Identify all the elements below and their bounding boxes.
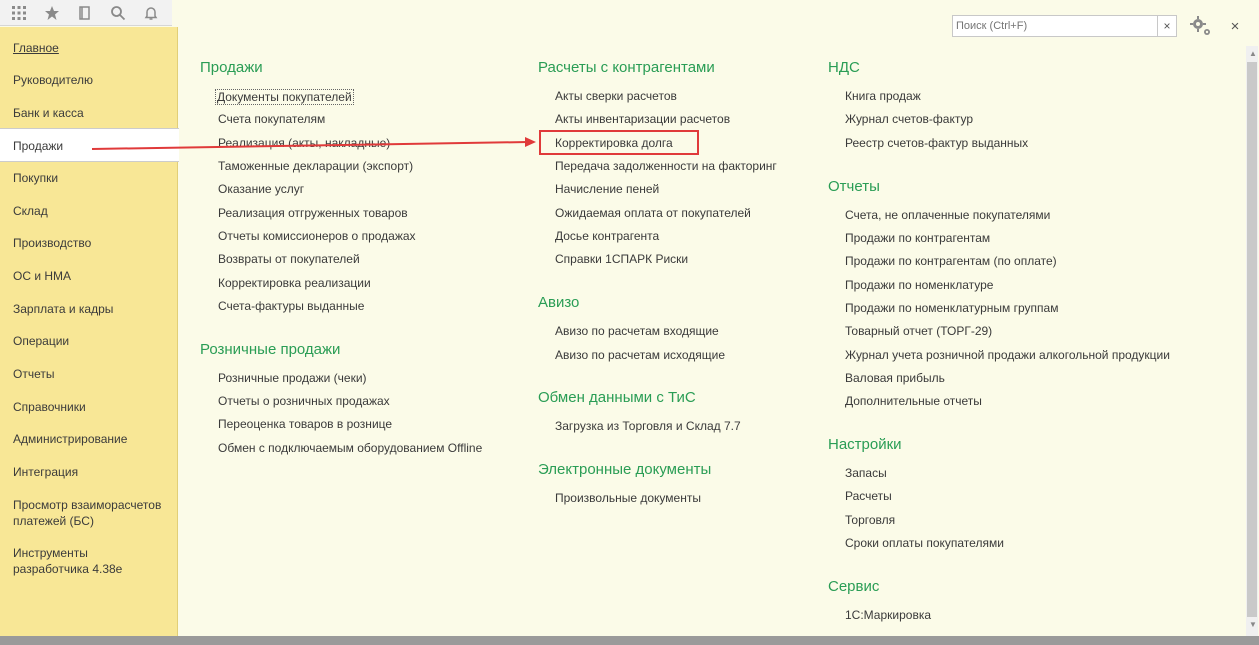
link-sales-by-groups[interactable]: Продажи по номенклатурным группам xyxy=(845,301,1058,315)
apps-grid-icon[interactable] xyxy=(2,1,35,25)
sidebar-item-bank[interactable]: Банк и касса xyxy=(0,105,178,121)
search-clear-button[interactable]: × xyxy=(1157,15,1177,37)
scrollbar-thumb[interactable] xyxy=(1247,62,1257,617)
link-services[interactable]: Оказание услуг xyxy=(218,182,304,196)
link-reconciliation-acts[interactable]: Акты сверки расчетов xyxy=(555,89,677,103)
link-marking[interactable]: 1С:Маркировка xyxy=(845,608,931,622)
link-counterparty-dossier[interactable]: Досье контрагента xyxy=(555,229,659,243)
top-toolbar xyxy=(0,0,172,26)
link-sales-acts[interactable]: Реализация (акты, накладные) xyxy=(218,136,390,150)
link-sales-by-counterparty-payment[interactable]: Продажи по контрагентам (по оплате) xyxy=(845,254,1057,268)
link-shipped-goods[interactable]: Реализация отгруженных товаров xyxy=(218,206,408,220)
debt-correction-highlight xyxy=(539,130,699,155)
link-gross-profit[interactable]: Валовая прибыль xyxy=(845,371,945,385)
section-title-settlements: Расчеты с контрагентами xyxy=(538,59,715,76)
link-offline-equipment[interactable]: Обмен с подключаемым оборудованием Offli… xyxy=(218,441,482,455)
link-additional-reports[interactable]: Дополнительные отчеты xyxy=(845,394,982,408)
link-penalties[interactable]: Начисление пеней xyxy=(555,182,659,196)
sidebar-item-manager[interactable]: Руководителю xyxy=(0,72,178,88)
sidebar-item-settlements-view[interactable]: Просмотр взаиморасчетов платежей (БС) xyxy=(0,497,170,529)
bottom-bar xyxy=(0,636,1259,645)
sidebar-item-payroll[interactable]: Зарплата и кадры xyxy=(0,301,178,317)
sidebar-item-operations[interactable]: Операции xyxy=(0,333,178,349)
section-title-service: Сервис xyxy=(828,578,880,595)
link-unpaid-invoices[interactable]: Счета, не оплаченные покупателями xyxy=(845,208,1050,222)
close-button[interactable]: × xyxy=(1226,16,1244,36)
scroll-up-arrow-icon[interactable]: ▲ xyxy=(1249,49,1257,58)
section-title-settings: Настройки xyxy=(828,436,902,453)
link-retail-reports[interactable]: Отчеты о розничных продажах xyxy=(218,394,390,408)
sidebar: Главное Руководителю Банк и касса Продаж… xyxy=(0,27,179,645)
link-factoring[interactable]: Передача задолженности на факторинг xyxy=(555,159,777,173)
link-sales-by-nomenclature[interactable]: Продажи по номенклатуре xyxy=(845,278,993,292)
star-icon[interactable] xyxy=(35,1,68,25)
link-alcohol-journal[interactable]: Журнал учета розничной продажи алкогольн… xyxy=(845,348,1170,362)
sidebar-item-directories[interactable]: Справочники xyxy=(0,399,178,415)
link-sales-correction[interactable]: Корректировка реализации xyxy=(218,276,371,290)
link-torg29[interactable]: Товарный отчет (ТОРГ-29) xyxy=(845,324,992,338)
sidebar-item-fixed-assets[interactable]: ОС и НМА xyxy=(0,268,178,284)
sidebar-item-main[interactable]: Главное xyxy=(0,40,178,56)
link-inventory-acts[interactable]: Акты инвентаризации расчетов xyxy=(555,112,730,126)
link-customer-invoices[interactable]: Счета покупателям xyxy=(218,112,325,126)
link-arbitrary-documents[interactable]: Произвольные документы xyxy=(555,491,701,505)
link-sales-by-counterparty[interactable]: Продажи по контрагентам xyxy=(845,231,990,245)
section-title-edocs: Электронные документы xyxy=(538,461,712,478)
link-invoice-journal[interactable]: Журнал счетов-фактур xyxy=(845,112,973,126)
link-customer-returns[interactable]: Возвраты от покупателей xyxy=(218,252,360,266)
section-title-vat: НДС xyxy=(828,59,860,76)
sidebar-item-dev-tools[interactable]: Инструменты разработчика 4.38е xyxy=(0,545,140,577)
sidebar-item-administration[interactable]: Администрирование xyxy=(0,431,178,447)
section-title-aviso: Авизо xyxy=(538,294,580,311)
link-retail-receipts[interactable]: Розничные продажи (чеки) xyxy=(218,371,367,385)
sidebar-item-warehouse[interactable]: Склад xyxy=(0,203,178,219)
link-customer-documents[interactable]: Документы покупателей xyxy=(215,89,354,105)
sidebar-item-purchases[interactable]: Покупки xyxy=(0,170,178,186)
link-issued-invoices[interactable]: Счета-фактуры выданные xyxy=(218,299,364,313)
link-aviso-outgoing[interactable]: Авизо по расчетам исходящие xyxy=(555,348,725,362)
search-field[interactable] xyxy=(952,15,1158,37)
scroll-down-arrow-icon[interactable]: ▼ xyxy=(1249,620,1257,629)
link-issued-invoice-registry[interactable]: Реестр счетов-фактур выданных xyxy=(845,136,1028,150)
link-aviso-incoming[interactable]: Авизо по расчетам входящие xyxy=(555,324,719,338)
search-input[interactable] xyxy=(953,16,1157,36)
section-title-sales: Продажи xyxy=(200,59,263,76)
link-spark-risks[interactable]: Справки 1СПАРК Риски xyxy=(555,252,688,266)
link-inventory-settings[interactable]: Запасы xyxy=(845,466,887,480)
section-title-reports: Отчеты xyxy=(828,178,880,195)
sidebar-item-production[interactable]: Производство xyxy=(0,235,178,251)
settings-gear-icon[interactable] xyxy=(1188,14,1214,38)
section-title-exchange: Обмен данными с ТиС xyxy=(538,389,696,406)
link-customs-declarations[interactable]: Таможенные декларации (экспорт) xyxy=(218,159,413,173)
bell-icon[interactable] xyxy=(134,1,167,25)
sidebar-item-sales[interactable]: Продажи xyxy=(0,128,179,162)
link-import-tis[interactable]: Загрузка из Торговля и Склад 7.7 xyxy=(555,419,741,433)
section-title-retail: Розничные продажи xyxy=(200,341,341,358)
sidebar-item-reports[interactable]: Отчеты xyxy=(0,366,178,382)
sidebar-item-integration[interactable]: Интеграция xyxy=(0,464,178,480)
link-payment-terms[interactable]: Сроки оплаты покупателями xyxy=(845,536,1004,550)
search-icon[interactable] xyxy=(101,1,134,25)
link-trade-settings[interactable]: Торговля xyxy=(845,513,895,527)
link-commission-reports[interactable]: Отчеты комиссионеров о продажах xyxy=(218,229,416,243)
link-settlement-settings[interactable]: Расчеты xyxy=(845,489,892,503)
history-icon[interactable] xyxy=(68,1,101,25)
link-retail-revaluation[interactable]: Переоценка товаров в рознице xyxy=(218,417,392,431)
link-expected-payment[interactable]: Ожидаемая оплата от покупателей xyxy=(555,206,751,220)
link-sales-book[interactable]: Книга продаж xyxy=(845,89,921,103)
